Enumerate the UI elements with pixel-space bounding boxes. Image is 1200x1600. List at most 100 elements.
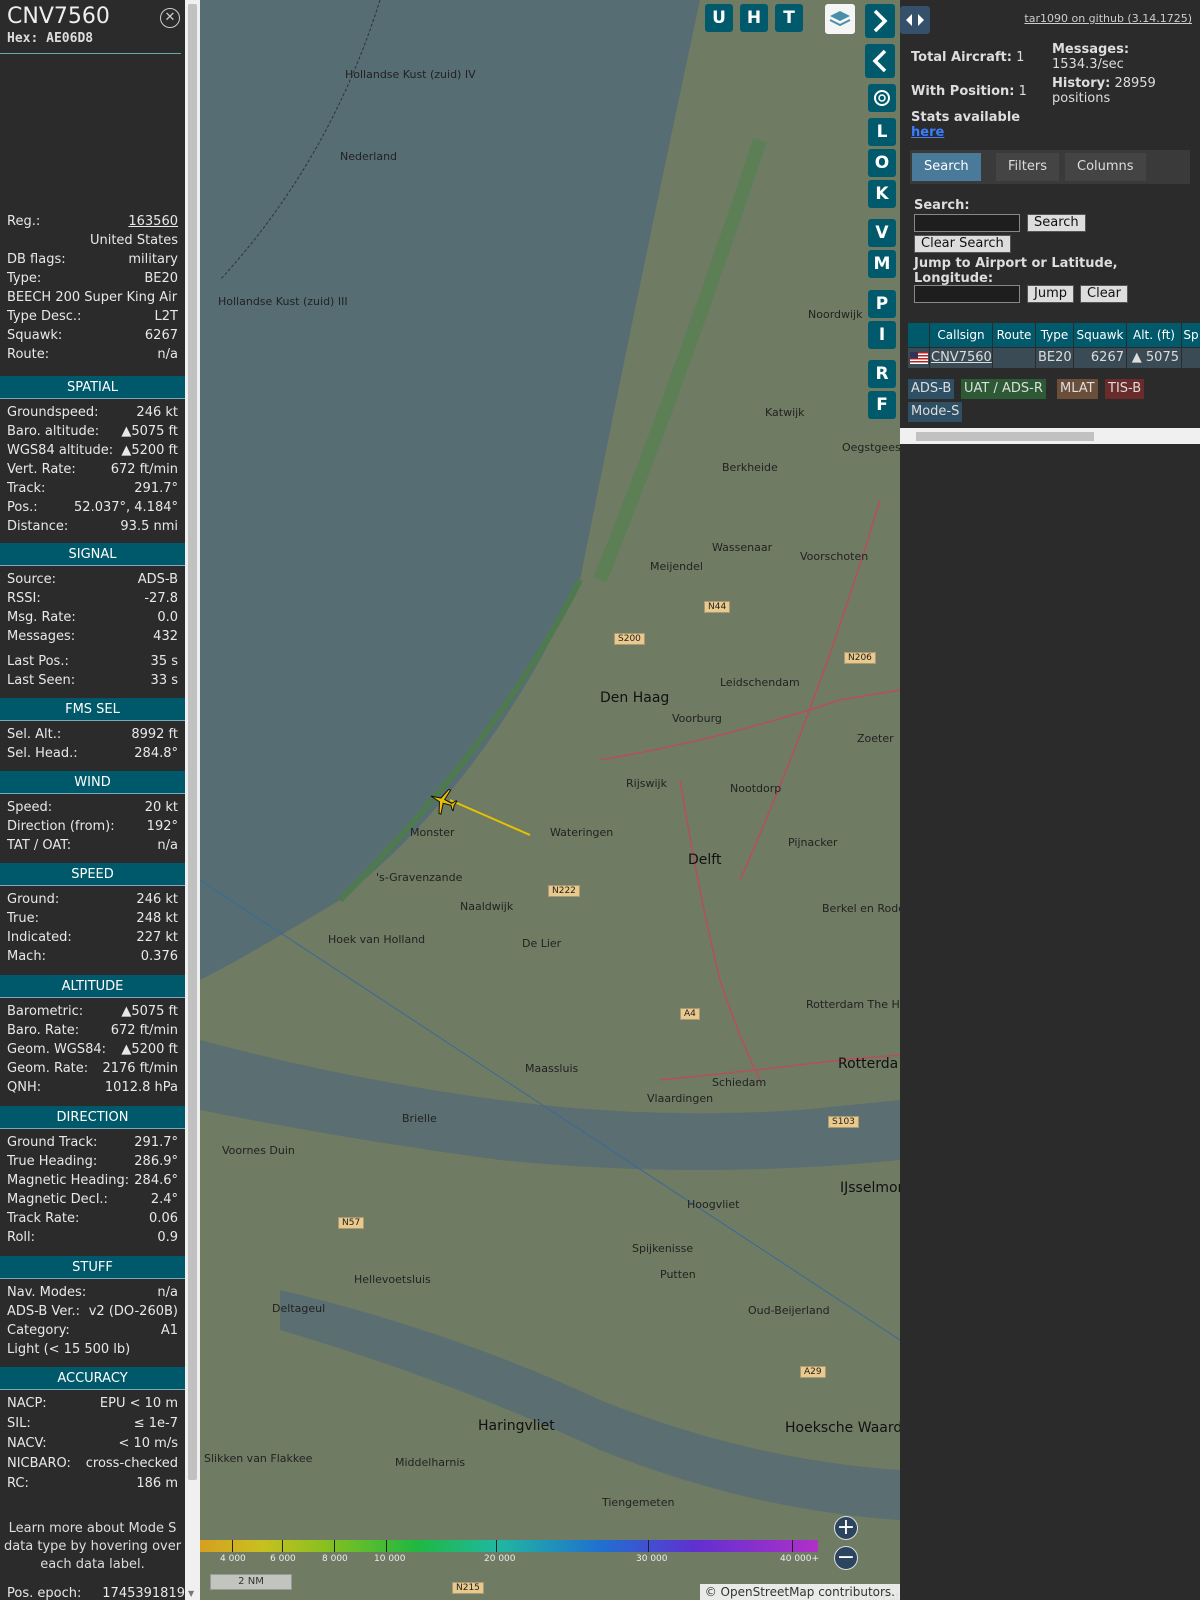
detail-row-value: military [128,252,178,267]
detail-row-label: Squawk: [7,328,63,343]
layers-icon[interactable] [825,4,855,34]
column-header-type[interactable]: Type [1036,323,1073,347]
direction-row: Ground Track: 291.7° [7,1133,178,1152]
direction-row: True Heading: 286.9° [7,1152,178,1171]
row-squawk: 6267 [1074,348,1126,368]
spatial-row-label: Pos.: [7,500,38,515]
map-toggle-m-button[interactable]: M [868,250,896,278]
detail-row-value[interactable]: 163560 [128,212,178,231]
map-attribution[interactable]: © OpenStreetMap contributors. [699,1584,900,1600]
altitude-row: Barometric: ▲5075 ft [7,1002,178,1021]
direction-row: Magnetic Heading: 284.6° [7,1171,178,1190]
spatial-row-value: 93.5 nmi [120,519,178,534]
direction-row-value: 286.9° [134,1154,178,1169]
spatial-row-label: Groundspeed: [7,405,99,420]
column-header-callsign[interactable]: Callsign [930,323,992,347]
pos-epoch-label: Pos. epoch: [7,1586,82,1600]
map-toggle-l-button[interactable]: L [868,118,896,146]
clear-button[interactable]: Clear [1080,285,1128,303]
jump-label: Jump to Airport or Latitude, Longitude: [914,256,1118,286]
jump-button[interactable]: Jump [1027,285,1074,303]
github-link[interactable]: tar1090 on github (3.14.1725) [1024,12,1192,25]
accuracy-row-value: cross-checked [85,1456,178,1471]
map-toggle-u-button[interactable]: U [705,4,733,32]
wind-row-value: n/a [157,838,178,853]
altitude-row: Geom. Rate: 2176 ft/min [7,1059,178,1078]
aircraft-list-panel: tar1090 on github (3.14.1725) Total Airc… [900,0,1200,1600]
jump-input[interactable] [914,285,1020,303]
tab-columns[interactable]: Columns [1065,153,1146,181]
column-header-altitude[interactable]: Alt. (ft) [1127,323,1181,347]
row-speed [1182,348,1200,368]
column-header-flag[interactable] [908,323,929,347]
panel-tabs: Search Filters Columns [910,150,1190,184]
spatial-row-label: Vert. Rate: [7,462,76,477]
stats-link[interactable]: here [911,125,944,140]
stats-available: Stats available here [911,110,1020,140]
table-horizontal-scrollbar[interactable] [900,428,1200,444]
horizontal-scroll-thumb[interactable] [916,432,1094,441]
map-toggle-p-button[interactable]: P [868,290,896,318]
signal-row-value: 432 [153,629,178,644]
direction-row: Track Rate: 0.06 [7,1209,178,1228]
minus-icon[interactable]: − [834,1546,858,1570]
map-toggle-f-button[interactable]: F [868,391,896,419]
detail-row-value: BE20 [144,271,178,286]
clear-search-button[interactable]: Clear Search [914,235,1011,253]
map-toggle-k-button[interactable]: K [868,180,896,208]
map-toggle-v-button[interactable]: V [868,219,896,247]
row-callsign[interactable]: CNV7560 [930,348,992,368]
map-place-label: Wassenaar [712,541,773,554]
map-place-label: Middelharnis [395,1456,466,1469]
map-place-label: Oegstgeest [842,441,900,454]
with-position-label: With Position: [911,84,1015,99]
map-place-label: Maassluis [525,1062,579,1075]
map-place-label: IJsselmor [840,1180,900,1196]
row-type: BE20 [1036,348,1073,368]
sidebar-scroll-thumb[interactable] [188,4,197,1480]
scale-tick [496,1540,497,1552]
map[interactable]: Hollandse Kust (zuid) IV Nederland Holland… [200,0,900,1600]
wind-row: Speed: 20 kt [7,798,178,817]
signal-row-label: Source: [7,572,57,587]
close-icon[interactable]: ✕ [160,8,180,28]
spatial-row: WGS84 altitude: ▲5200 ft [7,441,178,460]
gear-icon[interactable] [868,84,896,112]
search-input[interactable] [914,214,1020,232]
fms-row-value: 8992 ft [131,727,178,742]
chevron-left-icon[interactable] [865,44,895,78]
signal-row-label: Last Pos.: [7,654,69,669]
direction-row-value: 0.06 [149,1211,178,1226]
tab-search[interactable]: Search [912,153,981,181]
arrows-horizontal-icon[interactable] [900,6,930,34]
speed-row-value: 0.376 [140,949,178,964]
spatial-row-value: ▲5200 ft [121,443,178,458]
map-toggle-h-button[interactable]: H [740,4,768,32]
map-toggle-o-button[interactable]: O [868,149,896,177]
aircraft-icon[interactable] [428,786,458,816]
wind-row-label: Direction (from): [7,819,115,834]
chevron-right-icon[interactable] [865,4,895,38]
scroll-down-arrow-icon[interactable]: ▼ [188,1589,194,1598]
map-place-label: Hollandse Kust (zuid) III [218,295,348,308]
detail-row: United States [7,231,178,250]
total-aircraft-label: Total Aircraft: [911,50,1012,65]
map-toggle-t-button[interactable]: T [775,4,803,32]
signal-row: Last Pos.: 35 s [7,652,178,671]
search-button[interactable]: Search [1027,214,1086,232]
column-header-route[interactable]: Route [993,323,1035,347]
speed-row-label: True: [7,911,39,926]
column-header-speed[interactable]: Sp [1182,323,1200,347]
tab-filters[interactable]: Filters [996,153,1059,181]
map-toggle-i-button[interactable]: I [868,321,896,349]
header-divider [0,53,181,54]
speed-row-value: 246 kt [136,892,178,907]
stats-label: Stats available [911,110,1021,125]
sidebar-scrollbar[interactable]: ▼ [185,0,200,1600]
column-header-squawk[interactable]: Squawk [1074,323,1126,347]
map-toggle-r-button[interactable]: R [868,360,896,388]
section-stuff: STUFF [0,1256,185,1279]
plus-icon[interactable]: + [834,1516,858,1540]
section-accuracy: ACCURACY [0,1367,185,1390]
hex-code: Hex: AE06D8 [7,31,94,46]
